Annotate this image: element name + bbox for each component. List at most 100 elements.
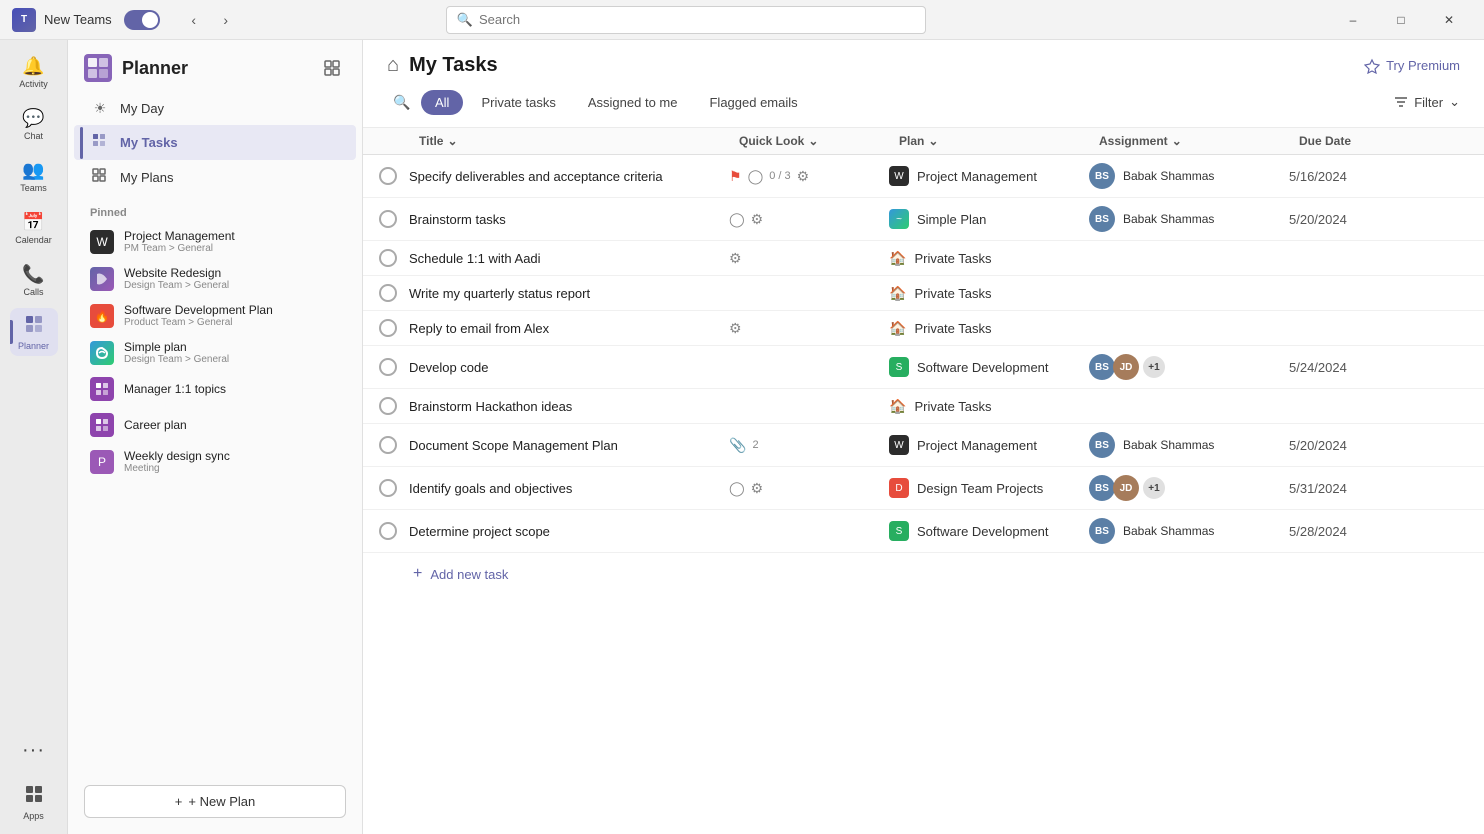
filter-search-button[interactable]: 🔍 — [387, 87, 417, 117]
table-row[interactable]: Brainstorm tasks ◯ ⚙ ~ Simple Plan BS Ba… — [363, 198, 1484, 241]
search-icon: 🔍 — [457, 12, 473, 28]
add-task-row[interactable]: + Add new task — [363, 553, 1484, 595]
sidebar-item-activity[interactable]: 🔔 Activity — [10, 48, 58, 96]
task-quicklook: ⚙ — [729, 320, 889, 337]
private-tasks-icon: 🏠 — [889, 320, 906, 337]
window-controls: – □ ✕ — [1330, 4, 1472, 36]
table-row[interactable]: Specify deliverables and acceptance crit… — [363, 155, 1484, 198]
new-teams-toggle[interactable] — [124, 10, 160, 30]
filter-icon — [1394, 95, 1408, 109]
col-header-plan[interactable]: Plan ⌄ — [899, 134, 1099, 148]
task-checkbox[interactable] — [379, 284, 397, 302]
try-premium-button[interactable]: Try Premium — [1364, 58, 1460, 74]
nav-my-day-label: My Day — [120, 101, 164, 116]
timer-icon: ◯ — [748, 168, 764, 185]
pinned-item-sp[interactable]: Simple plan Design Team > General — [74, 334, 356, 371]
col-header-quicklook[interactable]: Quick Look ⌄ — [739, 134, 899, 148]
task-assignment: BS Babak Shammas — [1089, 206, 1289, 232]
table-row[interactable]: Document Scope Management Plan 📎 2 W Pro… — [363, 424, 1484, 467]
forward-button[interactable]: › — [212, 6, 240, 34]
task-checkbox[interactable] — [379, 397, 397, 415]
task-checkbox[interactable] — [379, 319, 397, 337]
table-row[interactable]: Schedule 1:1 with Aadi ⚙ 🏠 Private Tasks — [363, 241, 1484, 276]
wr-sub: Design Team > General — [124, 280, 229, 291]
task-plan: W Project Management — [889, 435, 1089, 455]
table-row[interactable]: Reply to email from Alex ⚙ 🏠 Private Tas… — [363, 311, 1484, 346]
pinned-item-sdp[interactable]: 🔥 Software Development Plan Product Team… — [74, 297, 356, 334]
col-header-title[interactable]: Title ⌄ — [419, 134, 739, 148]
task-checkbox[interactable] — [379, 358, 397, 376]
sidebar-item-more[interactable]: ··· — [10, 726, 58, 774]
nav-my-tasks[interactable]: My Tasks — [74, 125, 356, 160]
col-header-assignment[interactable]: Assignment ⌄ — [1099, 134, 1299, 148]
titlebar: T New Teams ‹ › 🔍 – □ ✕ — [0, 0, 1484, 40]
wds-name: Weekly design sync — [124, 449, 230, 463]
task-table: Title ⌄ Quick Look ⌄ Plan ⌄ Assignment ⌄… — [363, 128, 1484, 834]
pinned-item-pm[interactable]: W Project Management PM Team > General — [74, 223, 356, 260]
search-bar[interactable]: 🔍 — [446, 6, 926, 34]
calendar-icon: 📅 — [22, 212, 44, 233]
col-header-duedate[interactable]: Due Date — [1299, 134, 1460, 148]
pinned-item-m1t[interactable]: Manager 1:1 topics — [74, 371, 356, 407]
pinned-item-cp[interactable]: Career plan — [74, 407, 356, 443]
nav-my-day[interactable]: ☀ My Day — [74, 92, 356, 125]
task-title: Reply to email from Alex — [409, 321, 729, 336]
task-plan: S Software Development — [889, 357, 1089, 377]
plan-icon: S — [889, 521, 909, 541]
sp-icon — [90, 341, 114, 365]
table-row[interactable]: Determine project scope S Software Devel… — [363, 510, 1484, 553]
app-body: 🔔 Activity 💬 Chat 👥 Teams 📅 Calendar 📞 C… — [0, 40, 1484, 834]
sidebar-item-chat[interactable]: 💬 Chat — [10, 100, 58, 148]
close-button[interactable]: ✕ — [1426, 4, 1472, 36]
table-row[interactable]: Brainstorm Hackathon ideas 🏠 Private Tas… — [363, 389, 1484, 424]
task-duedate: 5/20/2024 — [1289, 212, 1460, 227]
filter-all[interactable]: All — [421, 90, 463, 115]
sidebar-item-teams[interactable]: 👥 Teams — [10, 152, 58, 200]
planner-logo — [84, 54, 112, 82]
task-checkbox[interactable] — [379, 210, 397, 228]
task-checkbox[interactable] — [379, 479, 397, 497]
planner-icon — [24, 314, 44, 339]
table-row[interactable]: Identify goals and objectives ◯ ⚙ D Desi… — [363, 467, 1484, 510]
task-plan: 🏠 Private Tasks — [889, 285, 1089, 302]
table-row[interactable]: Write my quarterly status report 🏠 Priva… — [363, 276, 1484, 311]
add-task-icon: + — [413, 565, 422, 583]
new-plan-label: + New Plan — [188, 794, 255, 809]
private-tasks-icon: 🏠 — [889, 398, 906, 415]
pm-sub: PM Team > General — [124, 243, 235, 254]
nav-my-plans[interactable]: My Plans — [74, 160, 356, 195]
sidebar-item-apps[interactable]: Apps — [10, 778, 58, 826]
filter-flagged-emails[interactable]: Flagged emails — [695, 90, 811, 115]
pinned-item-wds[interactable]: P Weekly design sync Meeting — [74, 443, 356, 480]
task-checkbox[interactable] — [379, 436, 397, 454]
main-content: ⌂ My Tasks Try Premium 🔍 All Private tas… — [363, 40, 1484, 834]
task-checkbox[interactable] — [379, 522, 397, 540]
new-plan-button[interactable]: + + New Plan — [84, 785, 346, 818]
filter-button[interactable]: Filter ⌄ — [1394, 94, 1460, 110]
pinned-item-wr[interactable]: Website Redesign Design Team > General — [74, 260, 356, 297]
sidebar-item-calls[interactable]: 📞 Calls — [10, 256, 58, 304]
search-input[interactable] — [479, 12, 915, 27]
settings-icon: ⚙ — [797, 168, 810, 185]
back-button[interactable]: ‹ — [180, 6, 208, 34]
planner-expand-button[interactable] — [318, 54, 346, 82]
task-checkbox[interactable] — [379, 167, 397, 185]
minimize-button[interactable]: – — [1330, 4, 1376, 36]
task-title: Schedule 1:1 with Aadi — [409, 251, 729, 266]
task-plan: S Software Development — [889, 521, 1089, 541]
new-plan-plus-icon: + — [175, 794, 183, 809]
maximize-button[interactable]: □ — [1378, 4, 1424, 36]
wr-icon — [90, 267, 114, 291]
filter-private-tasks[interactable]: Private tasks — [467, 90, 569, 115]
sidebar-item-planner[interactable]: Planner — [10, 308, 58, 356]
m1t-icon — [90, 377, 114, 401]
task-checkbox[interactable] — [379, 249, 397, 267]
app-name: New Teams — [44, 12, 112, 27]
my-plans-icon — [90, 168, 110, 187]
sidebar-item-calendar[interactable]: 📅 Calendar — [10, 204, 58, 252]
pm-icon: W — [90, 230, 114, 254]
table-row[interactable]: Develop code S Software Development BS J… — [363, 346, 1484, 389]
task-assignment: BS JD +1 — [1089, 475, 1289, 501]
task-quicklook: ⚑ ◯ 0 / 3 ⚙ — [729, 168, 889, 185]
filter-assigned-to-me[interactable]: Assigned to me — [574, 90, 692, 115]
